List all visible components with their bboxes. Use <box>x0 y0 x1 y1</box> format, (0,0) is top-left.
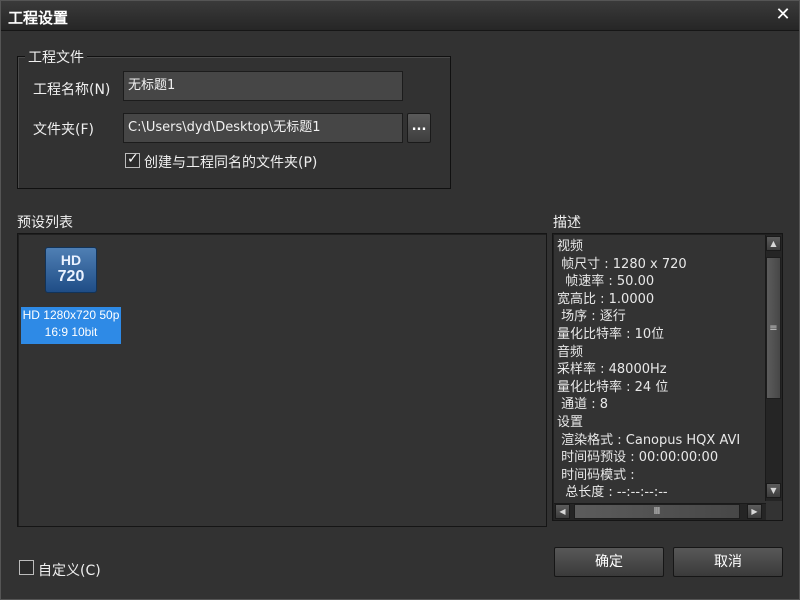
description-line: 总长度 : --:--:--:-- <box>557 485 668 501</box>
preset-list-label: 预设列表 <box>17 215 73 231</box>
project-name-input[interactable]: 无标题1 <box>123 71 403 101</box>
scroll-right-icon[interactable]: ▶ <box>747 504 762 519</box>
description-line: 宽高比 : 1.0000 <box>557 291 655 307</box>
preset-item-line2: 16:9 10bit <box>44 325 98 339</box>
cancel-button[interactable]: 取消 <box>673 547 783 577</box>
preset-item-line1: HD 1280x720 50p <box>22 308 120 322</box>
description-horizontal-scrollbar[interactable]: ◀ Ⅲ ▶ <box>554 503 766 520</box>
hd-icon-resolution: 720 <box>57 268 85 285</box>
preset-item-selected[interactable]: HD 1280x720 50p 16:9 10bit <box>21 307 121 344</box>
horizontal-scroll-thumb[interactable]: Ⅲ <box>574 504 740 519</box>
custom-label: 自定义(C) <box>38 563 101 579</box>
description-line: 帧尺寸 : 1280 x 720 <box>557 256 687 272</box>
browse-folder-button[interactable]: ... <box>407 113 431 143</box>
create-folder-label: 创建与工程同名的文件夹(P) <box>144 155 318 171</box>
description-line: 帧速率 : 50.00 <box>557 274 655 290</box>
description-line: 量化比特率 : 10位 <box>557 327 665 342</box>
custom-checkbox[interactable] <box>19 560 34 575</box>
project-name-label: 工程名称(N) <box>33 82 111 98</box>
folder-path-input[interactable]: C:\Users\dyd\Desktop\无标题1 <box>123 113 403 143</box>
description-label: 描述 <box>553 215 581 231</box>
description-line: 视频 <box>557 239 584 254</box>
description-line: 设置 <box>557 415 584 430</box>
close-icon[interactable]: ✕ <box>773 5 793 25</box>
description-line: 时间码预设 : 00:00:00:00 <box>557 450 719 466</box>
scroll-down-icon[interactable]: ▼ <box>766 483 781 498</box>
project-settings-dialog: 工程设置 ✕ 工程文件 工程名称(N) 无标题1 文件夹(F) C:\Users… <box>0 0 800 600</box>
description-line: 渲染格式 : Canopus HQX AVI <box>557 432 741 448</box>
description-line: 音频 <box>557 344 584 360</box>
description-line: 量化比特率 : 24 位 <box>557 379 669 395</box>
title-bar: 工程设置 ✕ <box>1 1 799 31</box>
project-file-group-label: 工程文件 <box>25 47 87 67</box>
vertical-scroll-thumb[interactable]: ≡ <box>766 257 781 399</box>
window-title: 工程设置 <box>8 9 69 27</box>
description-vertical-scrollbar[interactable]: ▲ ≡ ▼ <box>765 235 782 501</box>
ok-button[interactable]: 确定 <box>554 547 664 577</box>
description-line: 通道 : 8 <box>557 397 609 413</box>
folder-label: 文件夹(F) <box>33 122 94 138</box>
scroll-up-icon[interactable]: ▲ <box>766 236 781 251</box>
scroll-left-icon[interactable]: ◀ <box>555 504 570 519</box>
hd-preset-icon[interactable]: HD 720 <box>45 247 97 293</box>
description-line: 采样率 : 48000Hz <box>557 362 667 378</box>
check-icon: ✓ <box>127 151 139 167</box>
description-line: 时间码模式 : <box>557 467 635 483</box>
hd-icon-text: HD <box>60 252 82 268</box>
description-line: 场序 : 逐行 <box>557 309 626 325</box>
create-folder-checkbox[interactable]: ✓ <box>125 151 140 168</box>
